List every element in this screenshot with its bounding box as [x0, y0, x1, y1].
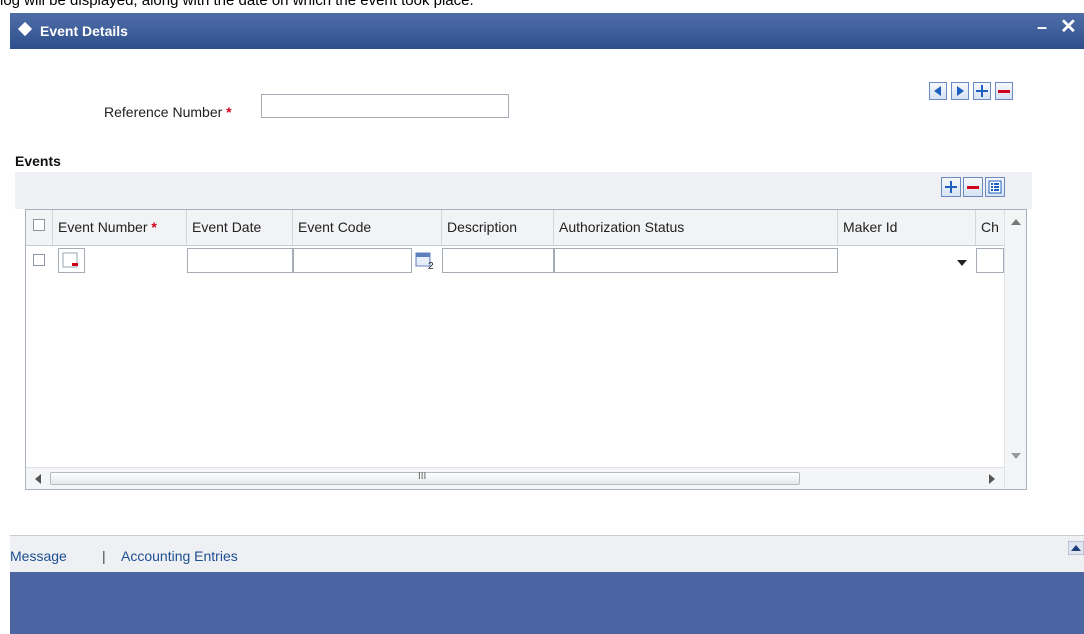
- add-row-button[interactable]: [941, 177, 961, 197]
- next-record-button[interactable]: [951, 82, 969, 100]
- header-select-cell: [26, 210, 53, 245]
- header-checker-id: Ch: [981, 219, 999, 235]
- document-text: log will be displayed, along with the da…: [0, 0, 474, 9]
- previous-record-button[interactable]: [929, 82, 947, 100]
- header-maker-id: Maker Id: [838, 210, 976, 245]
- event-details-window: Event Details – ✕ Reference Number * Eve…: [10, 13, 1084, 634]
- description-input[interactable]: [442, 248, 554, 273]
- header-authorization-status: Authorization Status: [554, 210, 838, 245]
- header-description: Description: [442, 210, 554, 245]
- diamond-icon: [17, 21, 33, 37]
- svg-text:2: 2: [428, 261, 434, 272]
- event-date-input[interactable]: [187, 248, 293, 273]
- horizontal-scrollbar[interactable]: III: [26, 467, 1004, 489]
- add-icon: [976, 85, 988, 97]
- lookup-icon: [62, 252, 78, 268]
- event-number-header-text: Event Number: [58, 219, 148, 235]
- events-grid: Event Number * Event Date Event Code Des…: [25, 209, 1027, 490]
- remove-icon: [998, 90, 1010, 93]
- footer-links-bar: Message | Accounting Entries: [10, 535, 1084, 573]
- maker-id-select[interactable]: [838, 248, 976, 273]
- event-code-input[interactable]: [293, 248, 412, 273]
- title-bar: Event Details – ✕: [10, 13, 1084, 49]
- reference-number-input[interactable]: [261, 94, 509, 118]
- events-toolbar: [15, 172, 1032, 209]
- required-marker: *: [226, 104, 232, 120]
- header-event-date: Event Date: [187, 210, 293, 245]
- reference-number-text: Reference Number: [104, 104, 223, 120]
- reference-number-label: Reference Number *: [104, 104, 232, 120]
- chevron-down-icon: [957, 260, 967, 266]
- calendar-button[interactable]: 2: [413, 250, 439, 272]
- minimize-button[interactable]: –: [1037, 17, 1047, 38]
- add-record-button[interactable]: [973, 82, 991, 100]
- header-event-code: Event Code: [293, 210, 442, 245]
- single-view-button[interactable]: [985, 177, 1005, 197]
- vertical-scrollbar[interactable]: [1004, 210, 1026, 489]
- row-checkbox[interactable]: [33, 254, 45, 266]
- previous-icon: [934, 86, 941, 96]
- scroll-up-icon: [1011, 219, 1021, 225]
- scroll-right-icon: [989, 474, 995, 484]
- window-title: Event Details: [40, 23, 128, 39]
- authorization-status-input[interactable]: [554, 248, 838, 273]
- scroll-down-icon: [1011, 453, 1021, 459]
- event-number-lookup[interactable]: [58, 248, 85, 273]
- message-link[interactable]: Message: [10, 548, 67, 564]
- link-separator: |: [102, 548, 106, 564]
- next-icon: [957, 86, 964, 96]
- required-marker: *: [151, 219, 157, 235]
- select-all-checkbox[interactable]: [33, 219, 45, 231]
- events-heading: Events: [15, 153, 61, 169]
- close-button[interactable]: ✕: [1060, 14, 1077, 39]
- calendar-icon: 2: [415, 252, 434, 272]
- checker-id-input[interactable]: [976, 248, 1004, 273]
- scroll-thumb-grip: III: [418, 471, 427, 482]
- add-row-icon: [945, 181, 957, 193]
- bottom-action-bar: [10, 572, 1084, 634]
- horizontal-scroll-thumb[interactable]: III: [50, 471, 800, 485]
- accounting-entries-link[interactable]: Accounting Entries: [121, 548, 238, 564]
- scroll-left-icon: [35, 474, 41, 484]
- expand-up-icon[interactable]: [1068, 541, 1084, 555]
- delete-row-icon: [967, 186, 979, 189]
- single-view-icon: [988, 180, 1002, 194]
- grid-header: Event Number * Event Date Event Code Des…: [26, 210, 1004, 246]
- delete-row-button[interactable]: [963, 177, 983, 197]
- delete-record-button[interactable]: [995, 82, 1013, 100]
- header-event-number: Event Number *: [53, 210, 187, 245]
